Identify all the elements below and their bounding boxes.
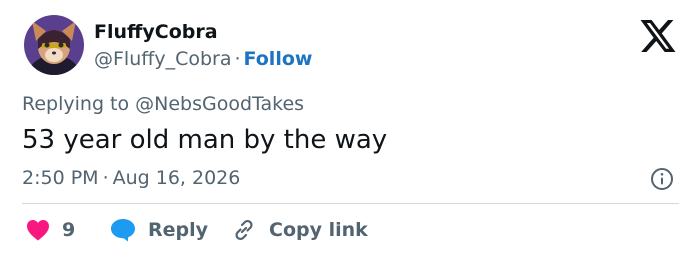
handle-row: @Fluffy_Cobra · Follow: [94, 47, 312, 71]
like-button[interactable]: 9: [26, 216, 75, 244]
tweet-time: 2:50 PM: [22, 167, 99, 189]
tweet-text: 53 year old man by the way: [22, 125, 388, 155]
replying-to[interactable]: Replying to @NebsGoodTakes: [22, 92, 304, 116]
heart-icon: [27, 220, 49, 241]
link-icon: [235, 219, 253, 241]
separator: ·: [234, 48, 241, 70]
reply-button[interactable]: Reply: [110, 216, 208, 244]
tweet-date: Aug 16, 2026: [112, 167, 241, 189]
separator: ·: [102, 167, 109, 189]
reply-label: Reply: [148, 219, 209, 241]
user-handle[interactable]: @Fluffy_Cobra: [94, 48, 232, 70]
tweet-card: FluffyCobra @Fluffy_Cobra · Follow Replyin…: [0, 0, 700, 256]
avatar-image: [24, 15, 84, 75]
like-count: 9: [62, 219, 76, 241]
x-logo-icon[interactable]: [640, 20, 676, 52]
display-name[interactable]: FluffyCobra: [94, 20, 218, 44]
timestamp[interactable]: 2:50 PM · Aug 16, 2026: [22, 166, 240, 190]
divider: [22, 203, 679, 204]
avatar[interactable]: [24, 15, 84, 75]
copy-link-label: Copy link: [269, 219, 368, 241]
follow-button[interactable]: Follow: [244, 48, 313, 70]
info-icon[interactable]: [650, 167, 674, 191]
copy-link-button[interactable]: Copy link: [231, 216, 368, 244]
speech-bubble-icon: [111, 219, 135, 242]
